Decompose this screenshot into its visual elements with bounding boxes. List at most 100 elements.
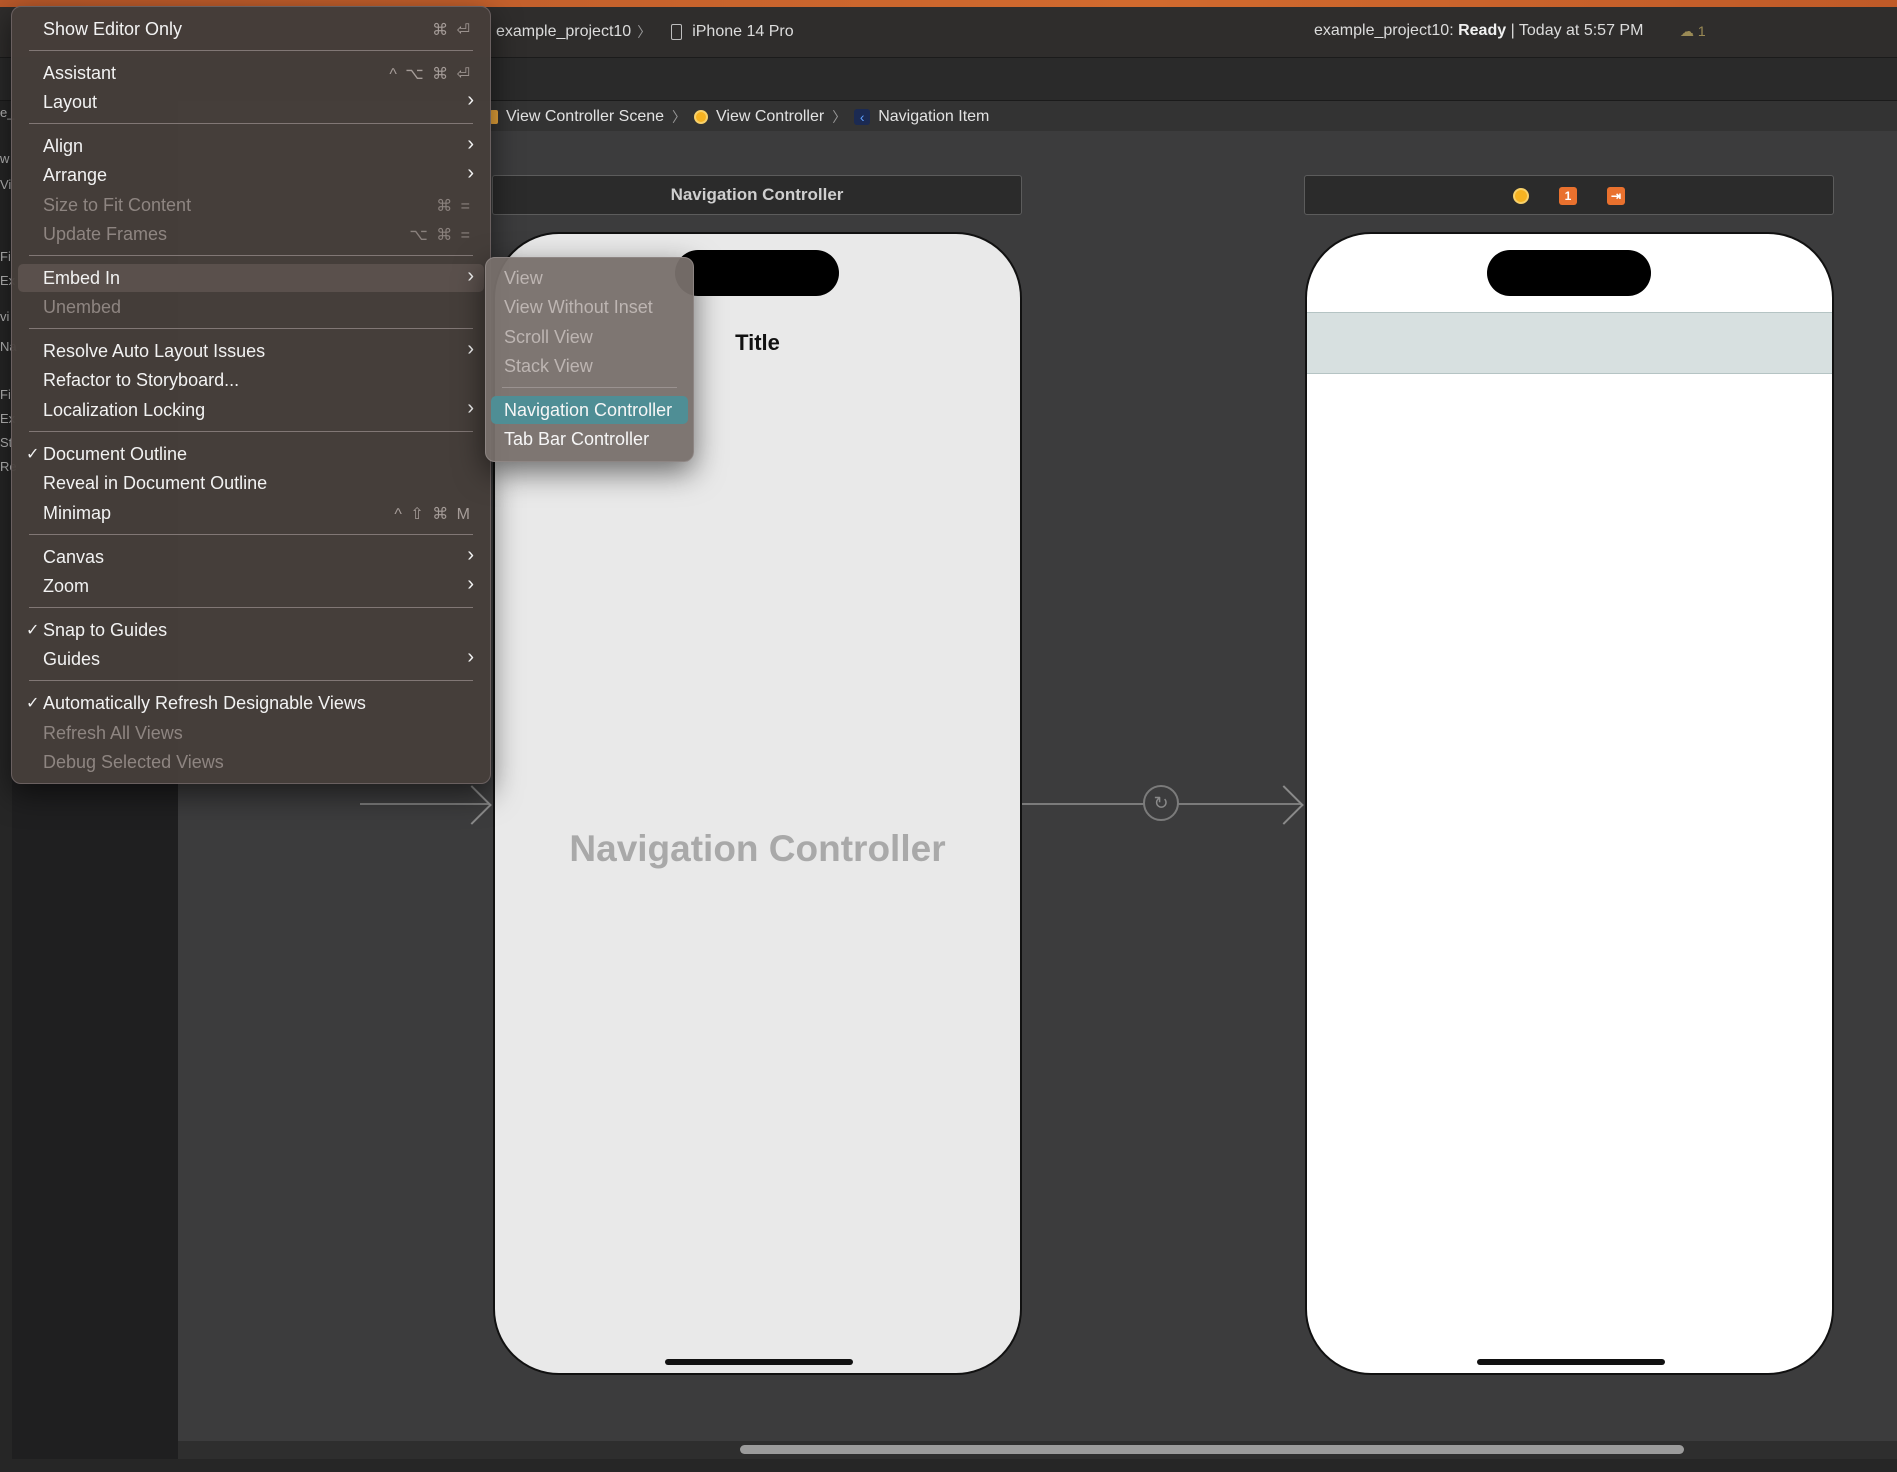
menu-item-label: Embed In [43, 268, 121, 288]
menu-separator [29, 123, 473, 124]
home-indicator [665, 1359, 853, 1365]
strip-text: Fi [0, 387, 11, 402]
submenu-item-navigation-controller[interactable]: Navigation Controller [491, 396, 688, 424]
chevron-right-icon: › [467, 646, 474, 668]
menu-item-reveal-outline[interactable]: Reveal in Document Outline [18, 469, 484, 497]
menu-item-minimap[interactable]: Minimap ^ ⇧ ⌘ M [18, 499, 484, 527]
strip-text: Vi [0, 177, 12, 192]
status-time: | Today at 5:57 PM [1510, 22, 1644, 39]
submenu-item-label: View Without Inset [504, 297, 653, 317]
menu-item-label: Refresh All Views [43, 723, 183, 743]
submenu-item-view-without-inset: View Without Inset [491, 293, 688, 321]
submenu-item-view: View [491, 264, 688, 292]
submenu-item-label: View [504, 268, 543, 288]
status-project: example_project10: [1314, 22, 1454, 39]
iphone-icon [671, 24, 683, 40]
embed-in-submenu: View View Without Inset Scroll View Stac… [485, 257, 694, 462]
view-controller-icon[interactable] [1513, 187, 1529, 204]
menu-separator [29, 255, 473, 256]
menu-item-label: Show Editor Only [43, 19, 183, 39]
strip-text: w [0, 151, 10, 166]
chevron-right-icon: › [467, 397, 474, 419]
submenu-item-label: Navigation Controller [504, 400, 673, 420]
menu-item-label: Canvas [43, 547, 105, 567]
menu-separator [29, 680, 473, 681]
menu-item-refactor-storyboard[interactable]: Refactor to Storyboard... [18, 366, 484, 394]
menu-item-label: Align [43, 136, 84, 156]
activity-status: example_project10: Ready | Today at 5:57… [1314, 22, 1643, 40]
menu-item-label: Debug Selected Views [43, 752, 224, 772]
view-controller-icon [694, 110, 709, 124]
scene-icon [490, 110, 498, 124]
navigation-bar[interactable] [1307, 312, 1832, 374]
menu-separator [502, 387, 677, 388]
dynamic-island [675, 250, 839, 296]
scene-placeholder-label: Navigation Controller [569, 828, 946, 869]
view-controller-scene[interactable] [1305, 232, 1834, 1375]
issues-count: 1 [1697, 23, 1706, 39]
menu-item-label: Guides [43, 649, 101, 669]
breadcrumb-scene[interactable]: View Controller Scene [506, 108, 664, 126]
chevron-right-icon: › [467, 162, 474, 184]
scene-dock-view-controller[interactable]: 1 ⇥ [1304, 175, 1834, 215]
menu-item-zoom[interactable]: Zoom › [18, 572, 484, 600]
shortcut-label: ⌘ ⏎ [432, 22, 472, 39]
menu-item-snap-to-guides[interactable]: ✓ Snap to Guides [18, 616, 484, 644]
menu-item-localization-locking[interactable]: Localization Locking › [18, 396, 484, 424]
menu-item-label: Minimap [43, 503, 112, 523]
cloud-icon: ☁ [1680, 23, 1694, 39]
menu-item-auto-refresh[interactable]: ✓ Automatically Refresh Designable Views [18, 689, 484, 717]
menu-item-label: Localization Locking [43, 400, 206, 420]
status-state: Ready [1458, 22, 1507, 39]
scene-title-navigation-controller[interactable]: Navigation Controller [492, 175, 1022, 215]
dynamic-island [1487, 250, 1651, 296]
chevron-right-icon: › [467, 544, 474, 566]
menu-item-layout[interactable]: Layout › [18, 88, 484, 116]
menu-item-refresh-all: Refresh All Views [18, 719, 484, 747]
scrollbar-thumb[interactable] [740, 1445, 1684, 1454]
menu-item-unembed: Unembed [18, 293, 484, 321]
menu-item-guides[interactable]: Guides › [18, 645, 484, 673]
menu-item-label: Reveal in Document Outline [43, 473, 268, 493]
scheme-selector[interactable]: example_project10 〉 iPhone 14 Pro [496, 22, 794, 42]
checkmark-icon: ✓ [26, 446, 40, 463]
strip-text: vi [0, 309, 10, 324]
menu-item-document-outline[interactable]: ✓ Document Outline [18, 440, 484, 468]
shortcut-label: ⌥ ⌘ = [409, 227, 472, 244]
breadcrumb-view-controller[interactable]: View Controller [716, 108, 824, 126]
menu-item-assistant[interactable]: Assistant ^ ⌥ ⌘ ⏎ [18, 59, 484, 87]
breadcrumb-navigation-item[interactable]: Navigation Item [878, 108, 989, 126]
menu-separator [29, 431, 473, 432]
menu-item-arrange[interactable]: Arrange › [18, 161, 484, 189]
menu-item-debug-selected: Debug Selected Views [18, 748, 484, 776]
shortcut-label: ^ ⇧ ⌘ M [394, 506, 472, 523]
issues-indicator[interactable]: ☁ 1 [1680, 23, 1706, 40]
chevron-right-icon: 〉 [832, 109, 847, 125]
chevron-right-icon: › [467, 265, 474, 287]
menu-item-label: Assistant [43, 63, 117, 83]
menu-item-resolve-auto-layout[interactable]: Resolve Auto Layout Issues › [18, 337, 484, 365]
menu-item-show-editor-only[interactable]: Show Editor Only ⌘ ⏎ [18, 15, 484, 43]
submenu-item-label: Stack View [504, 356, 593, 376]
chevron-right-icon: › [467, 338, 474, 360]
exit-icon[interactable]: ⇥ [1607, 186, 1625, 205]
menu-item-label: Size to Fit Content [43, 195, 192, 215]
editor-menu: Show Editor Only ⌘ ⏎ Assistant ^ ⌥ ⌘ ⏎ L… [11, 6, 491, 784]
menu-separator [29, 328, 473, 329]
menu-item-label: Arrange [43, 165, 108, 185]
relationship-segue-icon[interactable]: ↻ [1143, 785, 1179, 821]
menu-item-canvas[interactable]: Canvas › [18, 543, 484, 571]
menu-item-update-frames: Update Frames ⌥ ⌘ = [18, 220, 484, 248]
shortcut-label: ^ ⌥ ⌘ ⏎ [389, 66, 472, 83]
menu-item-label: Refactor to Storyboard... [43, 370, 240, 390]
checkmark-icon: ✓ [26, 622, 40, 639]
menu-item-align[interactable]: Align › [18, 132, 484, 160]
menu-item-label: Zoom [43, 576, 90, 596]
chevron-right-icon: 〉 [637, 24, 652, 40]
menu-item-label: Unembed [43, 297, 122, 317]
menu-item-label: Snap to Guides [43, 620, 168, 640]
first-responder-icon[interactable]: 1 [1559, 186, 1577, 205]
menu-item-embed-in[interactable]: Embed In › [18, 264, 484, 292]
home-indicator [1477, 1359, 1665, 1365]
submenu-item-tab-bar-controller[interactable]: Tab Bar Controller [491, 425, 688, 453]
